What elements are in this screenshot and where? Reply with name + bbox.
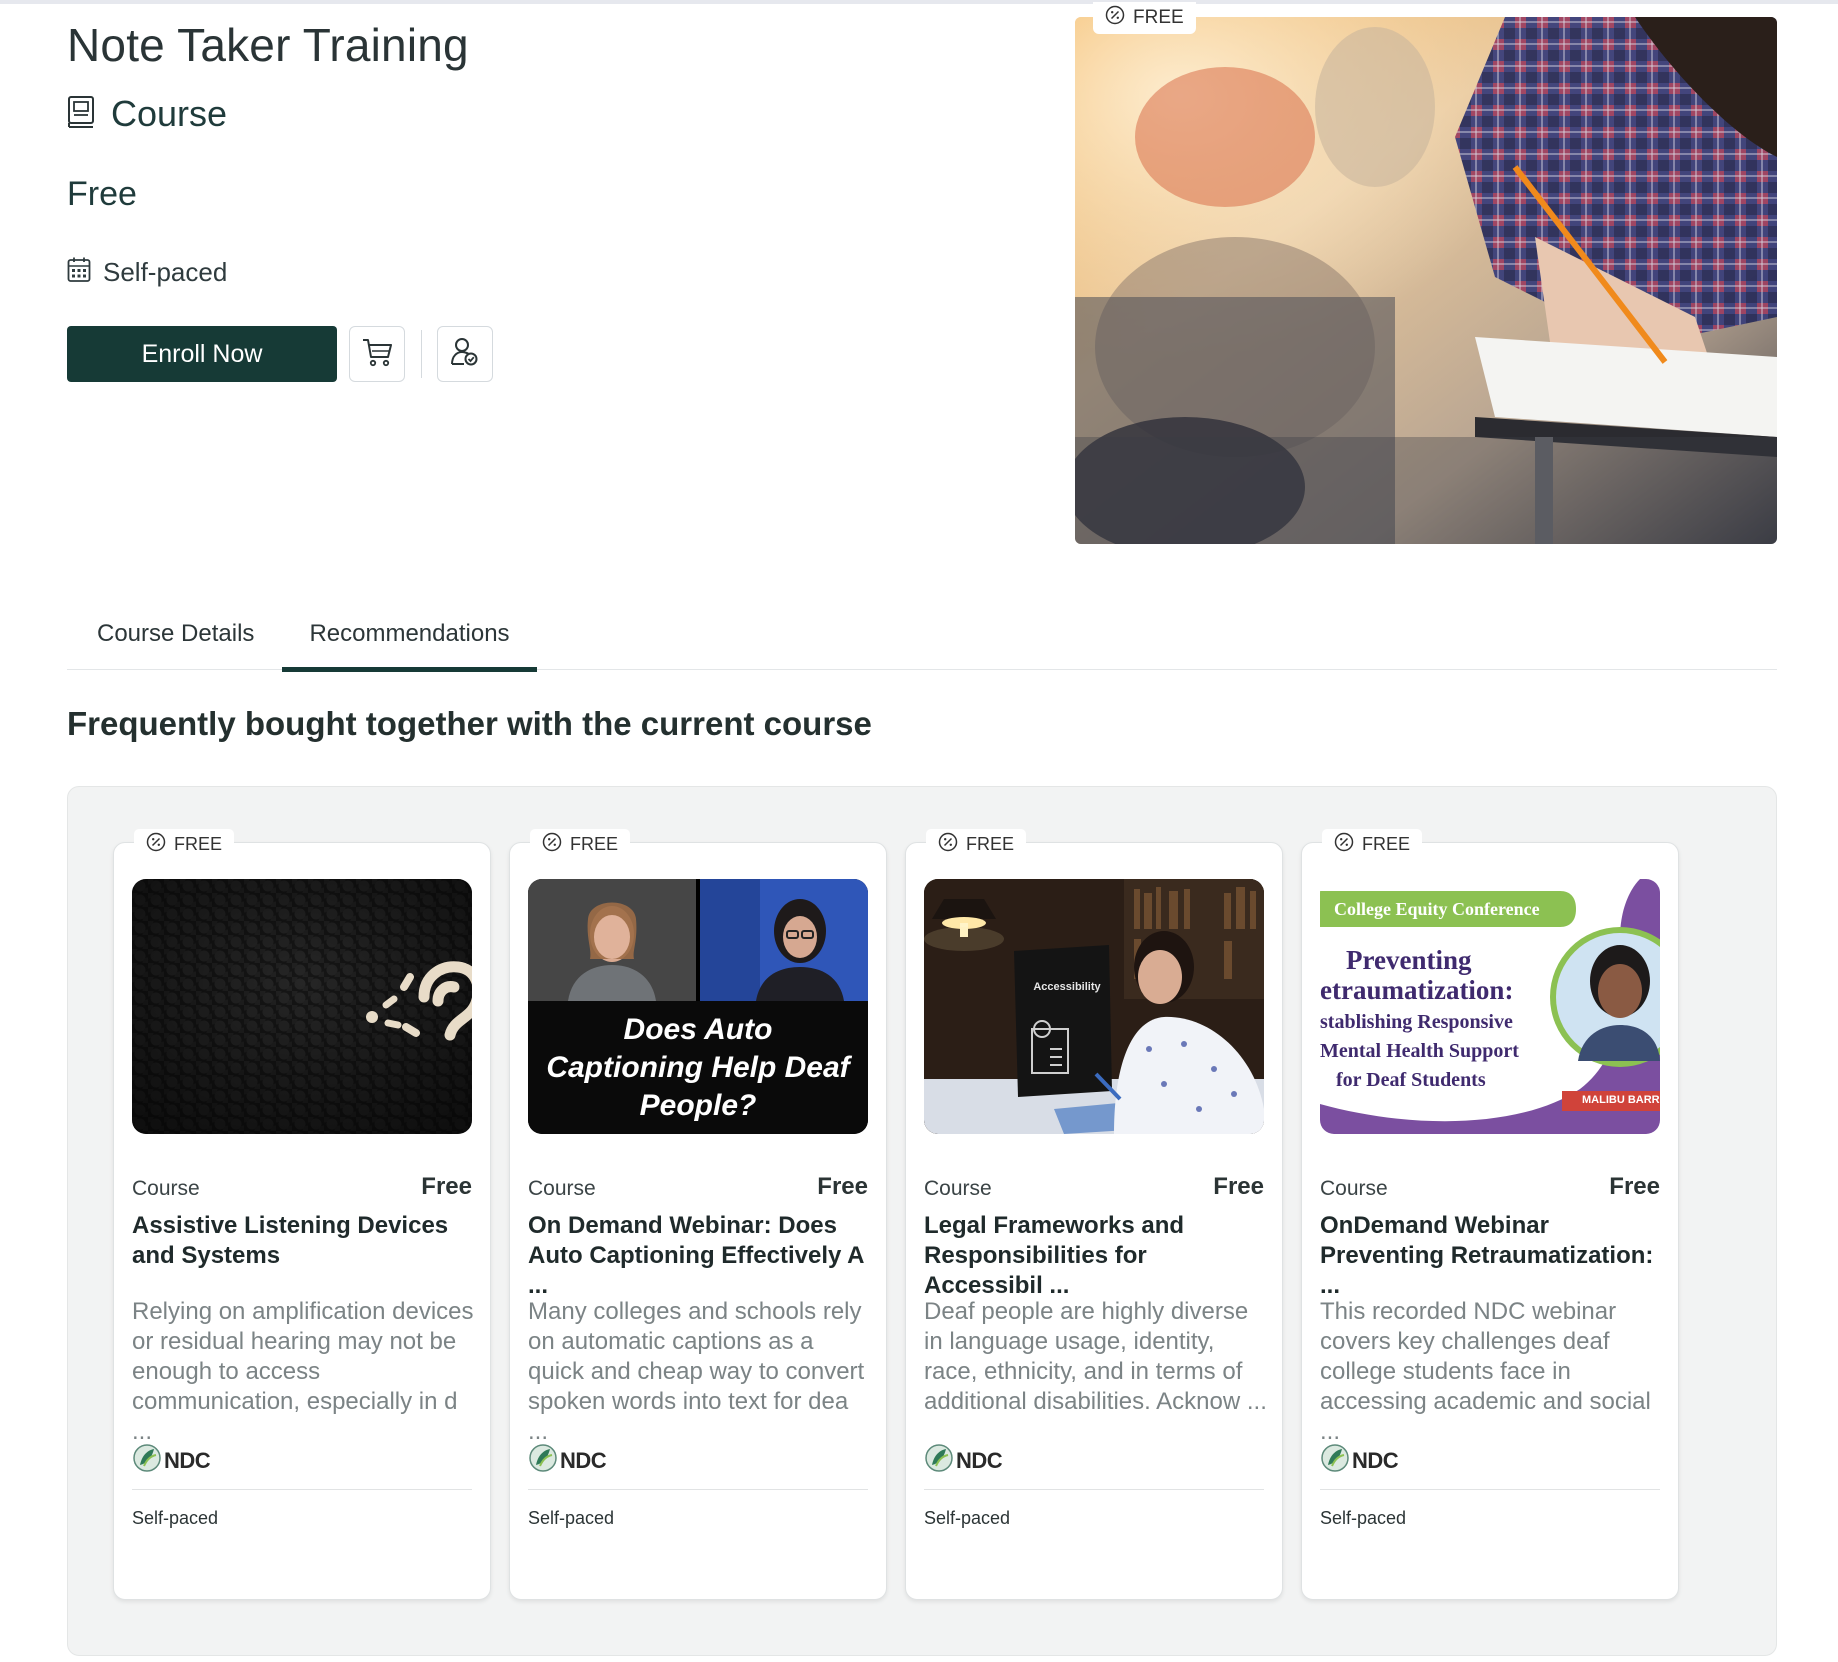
- course-thumbnail[interactable]: College Equity Conference Preventing etr…: [1320, 879, 1660, 1134]
- card-divider: [132, 1489, 472, 1490]
- provider-logo: NDC: [1320, 1443, 1399, 1478]
- book-icon: [67, 95, 95, 134]
- card-divider: [924, 1489, 1264, 1490]
- tab-course-details[interactable]: Course Details: [97, 620, 254, 670]
- free-badge-label: FREE: [1133, 7, 1184, 28]
- card-type: Course: [528, 1177, 596, 1200]
- free-badge: FREE: [134, 829, 235, 859]
- provider-logo: NDC: [528, 1443, 607, 1478]
- card-type: Course: [132, 1177, 200, 1200]
- course-thumbnail[interactable]: [132, 879, 472, 1134]
- free-badge: FREE: [530, 829, 631, 859]
- card-type: Course: [1320, 1177, 1388, 1200]
- tab-bar: Course Details Recommendations: [67, 612, 1777, 672]
- course-type: Course: [67, 93, 227, 135]
- thumbnail-banner: College Equity Conference: [1334, 899, 1540, 919]
- thumbnail-caption: Accessibility: [1033, 981, 1101, 993]
- course-card[interactable]: FREE Does Auto Captioning Help Deaf Peop…: [509, 829, 887, 1600]
- thumbnail-subheading-2: Mental Health Support: [1320, 1040, 1519, 1062]
- provider-name: NDC: [1352, 1447, 1399, 1473]
- card-divider: [1320, 1489, 1660, 1490]
- course-pace: Self-paced: [67, 257, 227, 288]
- free-badge: FREE: [1322, 829, 1423, 859]
- course-price: Free: [67, 175, 137, 213]
- thumbnail-caption: Does Auto Captioning Help Deaf People?: [546, 1012, 850, 1122]
- card-price: Free: [817, 1173, 868, 1200]
- discount-icon: [938, 832, 958, 857]
- ndc-leaf-icon: [528, 1443, 558, 1478]
- discount-icon: [146, 832, 166, 857]
- card-title[interactable]: On Demand Webinar: Does Auto Captioning …: [528, 1211, 873, 1301]
- thumbnail-subheading-3: for Deaf Students: [1336, 1069, 1486, 1091]
- discount-icon: [542, 832, 562, 857]
- provider-name: NDC: [560, 1447, 607, 1473]
- provider-name: NDC: [956, 1447, 1003, 1473]
- top-border: [0, 0, 1838, 4]
- ndc-leaf-icon: [924, 1443, 954, 1478]
- card-description: Deaf people are highly diverse in langua…: [924, 1298, 1267, 1415]
- card-type: Course: [924, 1177, 992, 1200]
- card-title[interactable]: Legal Frameworks and Responsibilities fo…: [924, 1211, 1269, 1301]
- course-type-label: Course: [111, 93, 228, 134]
- discount-icon: [1105, 5, 1125, 31]
- user-share-icon: [449, 336, 481, 373]
- provider-logo: NDC: [132, 1443, 211, 1478]
- button-divider: [421, 330, 422, 378]
- provider-logo: NDC: [924, 1443, 1003, 1478]
- card-title[interactable]: Assistive Listening Devices and Systems: [132, 1211, 477, 1271]
- share-with-user-button[interactable]: [437, 326, 493, 382]
- card-description: Relying on amplification devices or resi…: [132, 1298, 474, 1445]
- thumbnail-heading-1: Preventing: [1346, 945, 1472, 975]
- enroll-now-button[interactable]: Enroll Now: [67, 326, 337, 382]
- card-price: Free: [1213, 1173, 1264, 1200]
- card-pace: Self-paced: [132, 1508, 219, 1528]
- free-badge-label: FREE: [1362, 833, 1411, 854]
- free-badge-label: FREE: [570, 833, 619, 854]
- card-description: This recorded NDC webinar covers key cha…: [1320, 1298, 1651, 1445]
- course-card[interactable]: FREE Accessibility Course Free Legal Fra…: [905, 829, 1283, 1600]
- discount-icon: [1334, 832, 1354, 857]
- cart-icon: [361, 337, 393, 372]
- course-thumbnail[interactable]: Accessibility: [924, 879, 1264, 1134]
- course-card[interactable]: FREE Course Free Assistive Listening Dev…: [113, 829, 491, 1600]
- card-title[interactable]: OnDemand Webinar Preventing Retraumatiza…: [1320, 1211, 1665, 1301]
- thumbnail-heading-2: etraumatization:: [1320, 975, 1514, 1005]
- tab-recommendations[interactable]: Recommendations: [282, 620, 537, 672]
- course-card[interactable]: FREE College Equity Conference Preventin…: [1301, 829, 1679, 1600]
- course-thumbnail[interactable]: Does Auto Captioning Help Deaf People?: [528, 879, 868, 1134]
- card-divider: [528, 1489, 868, 1490]
- thumbnail-name-tag: MALIBU BARR: [1582, 1094, 1660, 1106]
- calendar-icon: [67, 257, 91, 288]
- free-badge-label: FREE: [966, 833, 1015, 854]
- card-pace: Self-paced: [528, 1508, 615, 1528]
- card-pace: Self-paced: [924, 1508, 1011, 1528]
- card-price: Free: [421, 1173, 472, 1200]
- section-title: Frequently bought together with the curr…: [67, 705, 872, 742]
- card-pace: Self-paced: [1320, 1508, 1407, 1528]
- card-description: Many colleges and schools rely on automa…: [528, 1298, 865, 1445]
- card-price: Free: [1609, 1173, 1660, 1200]
- course-pace-label: Self-paced: [103, 257, 228, 287]
- ndc-leaf-icon: [132, 1443, 162, 1478]
- thumbnail-subheading-1: stablishing Responsive: [1320, 1011, 1513, 1033]
- ndc-leaf-icon: [1320, 1443, 1350, 1478]
- free-badge: FREE: [1093, 2, 1196, 34]
- add-to-cart-button[interactable]: [349, 326, 405, 382]
- free-badge-label: FREE: [174, 833, 223, 854]
- free-badge: FREE: [926, 829, 1027, 859]
- provider-name: NDC: [164, 1447, 211, 1473]
- course-hero-image: [1075, 17, 1777, 544]
- page-title: Note Taker Training: [67, 19, 469, 71]
